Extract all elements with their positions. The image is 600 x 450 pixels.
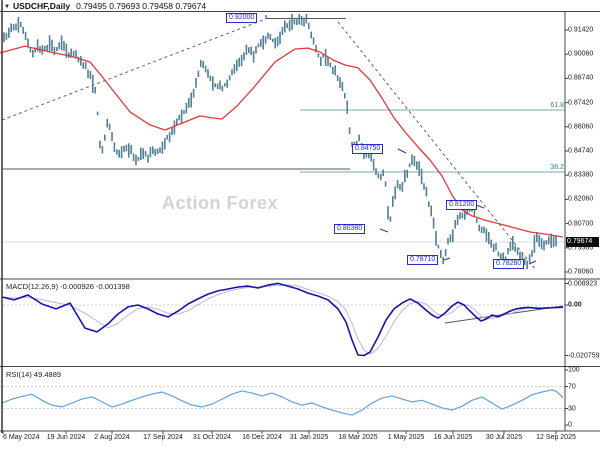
macd-axis-label: 0.008923 bbox=[568, 280, 598, 287]
rsi-indicator-label: RSI(14) 49.4889 bbox=[6, 370, 62, 379]
symbol-timeframe-label: USDCHF,Daily bbox=[12, 1, 71, 11]
date-axis-label: 18 Mar 2025 bbox=[338, 434, 378, 441]
date-axis-label: 30 Jul 2025 bbox=[485, 434, 523, 441]
rsi-axis-label: 0 bbox=[568, 421, 572, 429]
rsi-axis-label: 100 bbox=[568, 366, 580, 374]
date-axis-label: 17 Sep 2024 bbox=[143, 434, 183, 441]
fib-level-label: 61.8 bbox=[550, 102, 564, 109]
macd-axis-label: 0.00 bbox=[568, 301, 582, 309]
price-axis-label: 0.84740 bbox=[568, 147, 594, 155]
price-annotation-box[interactable]: 0.80380 bbox=[334, 224, 366, 234]
date-axis-label: 1 May 2025 bbox=[387, 434, 425, 441]
price-annotation-box[interactable]: 0.81200 bbox=[446, 200, 478, 210]
chart-title-bar: ▼ USDCHF,Daily 0.79495 0.79693 0.79458 0.7… bbox=[4, 1, 206, 11]
date-axis-label: 16 Jun 2025 bbox=[433, 434, 473, 441]
rsi-axis-label: 70 bbox=[568, 383, 576, 390]
price-axis-label: 0.86060 bbox=[568, 123, 594, 131]
price-annotation-box[interactable]: 0.92000 bbox=[226, 13, 258, 23]
current-price-badge: 0.79674 bbox=[566, 237, 599, 247]
date-axis-label: 12 Sep 2025 bbox=[536, 434, 576, 441]
price-axis-label: 0.80700 bbox=[568, 220, 594, 228]
fib-level-label: 38.2 bbox=[550, 164, 564, 171]
date-axis-label: 19 Jun 2024 bbox=[46, 434, 86, 441]
price-annotation-box[interactable]: 0.78280 bbox=[493, 259, 525, 269]
price-annotation-box[interactable]: 0.84750 bbox=[352, 144, 384, 154]
price-axis-label: 0.91420 bbox=[568, 26, 594, 34]
price-axis-label: 0.87420 bbox=[568, 99, 594, 107]
rsi-axis-label: 30 bbox=[568, 405, 576, 412]
ohlc-readout: 0.79495 0.79693 0.79458 0.79674 bbox=[76, 1, 207, 11]
macd-axis-label: -0.020759 bbox=[568, 352, 600, 359]
chevron-down-icon[interactable]: ▼ bbox=[4, 4, 10, 10]
price-axis-label: 0.90060 bbox=[568, 50, 594, 58]
macd-indicator-label: MACD(12,26,9) -0.000926 -0.001398 bbox=[6, 282, 130, 291]
price-axis-label: 0.88740 bbox=[568, 74, 594, 82]
date-axis-label: 16 Dec 2024 bbox=[242, 434, 282, 441]
labels-layer: MACD(12,26,9) -0.000926 -0.001398 RSI(14… bbox=[0, 0, 600, 450]
date-axis-label: 31 Oct 2024 bbox=[192, 434, 232, 441]
date-axis-label: 2 Aug 2024 bbox=[94, 434, 130, 441]
chart-window: Action Forex ▼ USDCHF,Daily 0.79495 0.7969… bbox=[0, 0, 600, 450]
price-axis-label: 0.82060 bbox=[568, 195, 594, 203]
price-axis-label: 0.78060 bbox=[568, 268, 594, 276]
date-axis-label: 31 Jan 2025 bbox=[289, 434, 329, 441]
price-annotation-box[interactable]: 0.78710 bbox=[407, 255, 439, 265]
date-axis-label: 6 May 2024 bbox=[3, 434, 40, 441]
price-axis-label: 0.83380 bbox=[568, 171, 594, 179]
